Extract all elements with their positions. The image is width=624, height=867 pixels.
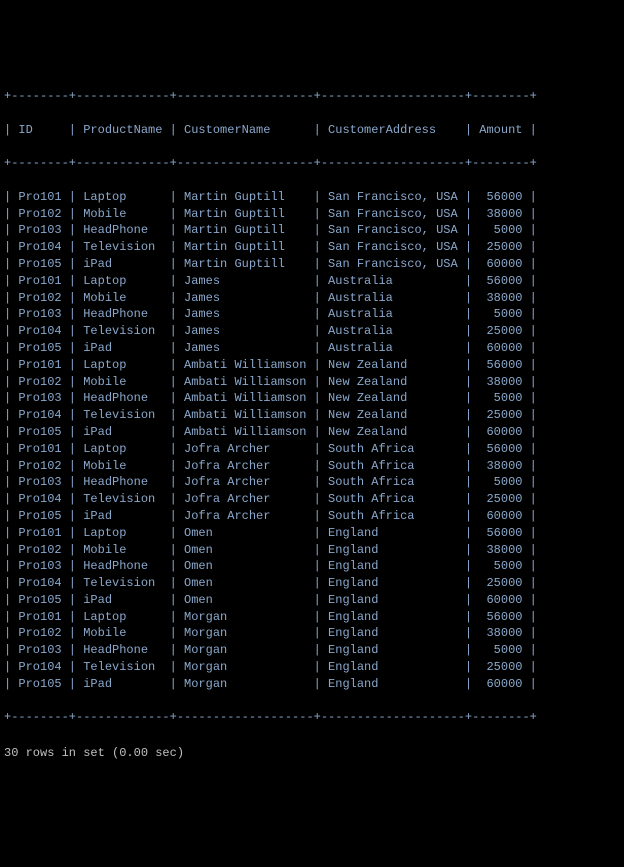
status-line: 30 rows in set (0.00 sec) — [4, 745, 620, 762]
table-border-mid: +--------+-------------+----------------… — [4, 155, 620, 172]
table-row: | Pro104 | Television | Ambati Williamso… — [4, 407, 620, 424]
table-row: | Pro102 | Mobile | James | Australia | … — [4, 290, 620, 307]
table-border-bottom: +--------+-------------+----------------… — [4, 709, 620, 726]
table-row: | Pro102 | Mobile | Jofra Archer | South… — [4, 458, 620, 475]
table-row: | Pro103 | HeadPhone | Martin Guptill | … — [4, 222, 620, 239]
mysql-result-table: +--------+-------------+----------------… — [4, 71, 620, 778]
table-body: | Pro101 | Laptop | Martin Guptill | San… — [4, 189, 620, 693]
table-row: | Pro101 | Laptop | Ambati Williamson | … — [4, 357, 620, 374]
table-row: | Pro104 | Television | Omen | England |… — [4, 575, 620, 592]
table-row: | Pro102 | Mobile | Morgan | England | 3… — [4, 625, 620, 642]
table-row: | Pro102 | Mobile | Omen | England | 380… — [4, 542, 620, 559]
table-header: | ID | ProductName | CustomerName | Cust… — [4, 122, 620, 139]
table-row: | Pro103 | HeadPhone | Ambati Williamson… — [4, 390, 620, 407]
table-row: | Pro101 | Laptop | Morgan | England | 5… — [4, 609, 620, 626]
table-row: | Pro104 | Television | Martin Guptill |… — [4, 239, 620, 256]
table-row: | Pro104 | Television | Jofra Archer | S… — [4, 491, 620, 508]
table-row: | Pro105 | iPad | Omen | England | 60000… — [4, 592, 620, 609]
table-row: | Pro104 | Television | Morgan | England… — [4, 659, 620, 676]
table-row: | Pro105 | iPad | Jofra Archer | South A… — [4, 508, 620, 525]
table-row: | Pro103 | HeadPhone | Omen | England | … — [4, 558, 620, 575]
table-row: | Pro101 | Laptop | James | Australia | … — [4, 273, 620, 290]
table-row: | Pro102 | Mobile | Ambati Williamson | … — [4, 374, 620, 391]
table-row: | Pro105 | iPad | Morgan | England | 600… — [4, 676, 620, 693]
table-row: | Pro102 | Mobile | Martin Guptill | San… — [4, 206, 620, 223]
table-row: | Pro103 | HeadPhone | James | Australia… — [4, 306, 620, 323]
table-row: | Pro101 | Laptop | Omen | England | 560… — [4, 525, 620, 542]
table-row: | Pro103 | HeadPhone | Morgan | England … — [4, 642, 620, 659]
table-row: | Pro105 | iPad | James | Australia | 60… — [4, 340, 620, 357]
table-row: | Pro101 | Laptop | Martin Guptill | San… — [4, 189, 620, 206]
table-row: | Pro105 | iPad | Ambati Williamson | Ne… — [4, 424, 620, 441]
table-row: | Pro101 | Laptop | Jofra Archer | South… — [4, 441, 620, 458]
table-row: | Pro103 | HeadPhone | Jofra Archer | So… — [4, 474, 620, 491]
table-border-top: +--------+-------------+----------------… — [4, 88, 620, 105]
table-row: | Pro104 | Television | James | Australi… — [4, 323, 620, 340]
table-row: | Pro105 | iPad | Martin Guptill | San F… — [4, 256, 620, 273]
